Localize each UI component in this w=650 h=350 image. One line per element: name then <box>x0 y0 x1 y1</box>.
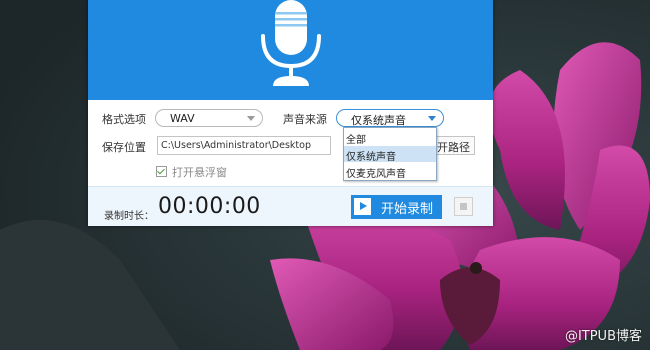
floating-window-label: 打开悬浮窗 <box>172 166 227 179</box>
microphone-icon <box>261 0 321 86</box>
format-label: 格式选项 <box>102 113 146 126</box>
source-select[interactable]: 仅系统声音 <box>336 109 444 127</box>
save-path-input[interactable]: C:\Users\Administrator\Desktop <box>157 136 331 155</box>
play-icon <box>354 198 371 215</box>
footer-bar: 录制时长： 00:00:00 开始录制 <box>88 186 493 226</box>
start-recording-button[interactable]: 开始录制 <box>351 195 442 219</box>
dropdown-option-microphone[interactable]: 仅麦克风声音 <box>344 163 436 180</box>
source-dropdown-list: 全部 仅系统声音 仅麦克风声音 <box>343 127 437 181</box>
duration-label: 录制时长： <box>104 211 154 222</box>
watermark-text: @ITPUB博客 <box>564 329 642 344</box>
checkbox-icon <box>156 166 167 177</box>
source-select-value: 仅系统声音 <box>351 114 406 127</box>
floating-window-checkbox[interactable]: 打开悬浮窗 <box>156 164 227 180</box>
duration-value: 00:00:00 <box>158 194 261 219</box>
chevron-down-icon <box>428 116 436 121</box>
format-select[interactable]: WAV <box>155 109 263 127</box>
dropdown-option-all[interactable]: 全部 <box>344 129 436 146</box>
source-label: 声音来源 <box>283 113 327 126</box>
stop-button[interactable] <box>454 197 473 216</box>
dropdown-option-system[interactable]: 仅系统声音 <box>344 146 436 163</box>
recorder-window: 格式选项 WAV 声音来源 仅系统声音 保存位置 C:\Users\Admini… <box>88 0 493 226</box>
format-select-value: WAV <box>170 112 195 125</box>
start-recording-label: 开始录制 <box>381 202 434 217</box>
save-label: 保存位置 <box>102 141 146 154</box>
chevron-down-icon <box>247 116 255 121</box>
header-banner <box>88 0 493 100</box>
